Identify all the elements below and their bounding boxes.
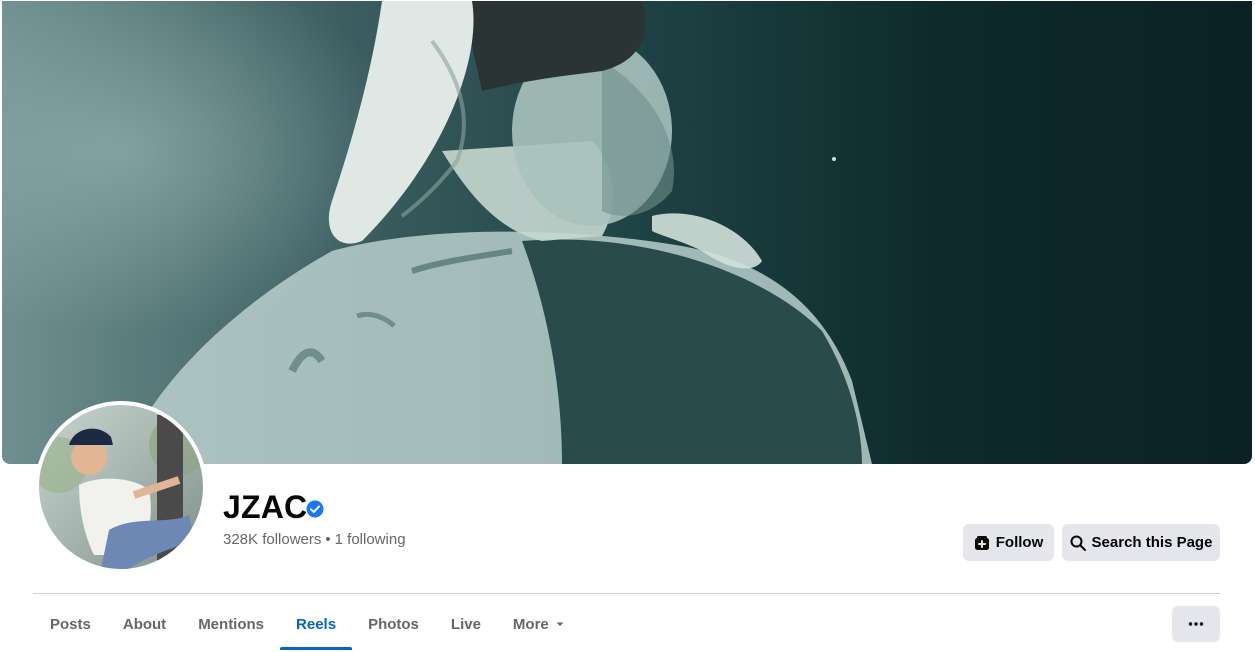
tab-more-label: More: [512, 615, 549, 633]
tab-about[interactable]: About: [107, 600, 182, 648]
profile-tabs: Posts About Mentions Reels Photos Live M…: [34, 600, 581, 652]
stats-separator: •: [325, 531, 331, 548]
search-icon: [1070, 535, 1086, 551]
tab-mentions[interactable]: Mentions: [182, 600, 280, 648]
caret-down-icon: [556, 622, 564, 626]
overflow-menu-button[interactable]: [1172, 606, 1220, 642]
avatar-image: [39, 405, 203, 569]
followers-count[interactable]: 328K followers: [223, 531, 321, 548]
tab-photos[interactable]: Photos: [352, 600, 435, 648]
tab-posts[interactable]: Posts: [34, 600, 107, 648]
follow-stats: 328K followers • 1 following: [223, 531, 406, 549]
profile-avatar[interactable]: [35, 401, 207, 573]
follow-button-label: Follow: [995, 534, 1044, 551]
verified-badge-icon: [306, 500, 324, 518]
search-page-button[interactable]: Search this Page: [1062, 524, 1220, 561]
follow-button[interactable]: Follow: [963, 524, 1054, 561]
search-page-button-label: Search this Page: [1091, 534, 1213, 551]
page-title: JZAC: [223, 489, 308, 525]
cover-photo[interactable]: [2, 1, 1252, 464]
header-divider: [33, 593, 1220, 594]
following-count[interactable]: 1 following: [335, 531, 406, 548]
page-profile: JZAC 328K followers • 1 following Follow S…: [0, 0, 1255, 652]
cover-photo-art: [122, 1, 872, 464]
tab-reels[interactable]: Reels: [280, 600, 353, 650]
follow-icon: [974, 535, 989, 550]
tab-live[interactable]: Live: [435, 600, 497, 648]
ellipsis-icon: [1188, 622, 1204, 626]
tab-more[interactable]: More: [497, 600, 581, 648]
